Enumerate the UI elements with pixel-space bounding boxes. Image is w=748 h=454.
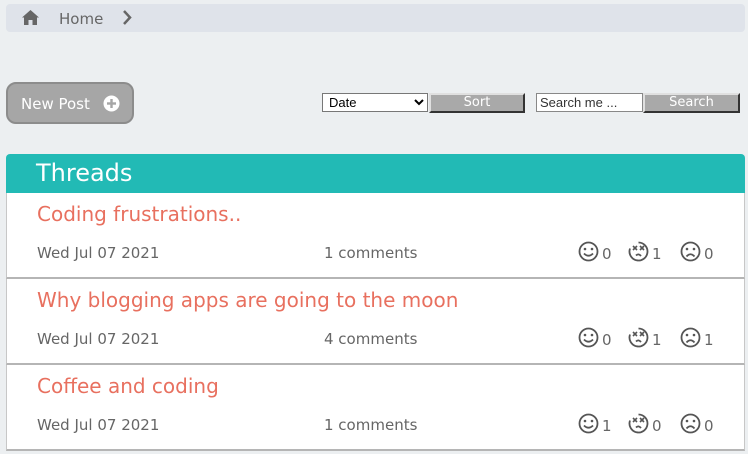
thread-comments-count: 1 comments (324, 416, 418, 434)
thread-date: Wed Jul 07 2021 (37, 330, 160, 348)
thread-row: Coffee and coding Wed Jul 07 2021 1 comm… (6, 365, 745, 451)
plus-circle-icon (103, 95, 120, 112)
sad-count: 1 (704, 331, 714, 349)
thread-title-link[interactable]: Coffee and coding (37, 374, 219, 398)
happy-count: 1 (602, 417, 612, 435)
breadcrumb: Home (6, 4, 745, 32)
thread-row: Coding frustrations.. Wed Jul 07 2021 1 … (6, 193, 745, 279)
smile-face-icon (578, 327, 599, 348)
smile-face-icon (578, 241, 599, 262)
frown-face-icon (680, 413, 701, 434)
sort-select[interactable]: Date (322, 93, 428, 112)
thread-row: Why blogging apps are going to the moon … (6, 279, 745, 365)
frown-face-icon (680, 241, 701, 262)
thread-date: Wed Jul 07 2021 (37, 416, 160, 434)
thread-list: Coding frustrations.. Wed Jul 07 2021 1 … (6, 193, 745, 451)
dizzy-face-icon (628, 241, 649, 262)
new-post-button[interactable]: New Post (6, 82, 134, 124)
sort-button[interactable]: Sort (429, 93, 525, 113)
thread-title-link[interactable]: Coding frustrations.. (37, 202, 241, 226)
search-input[interactable] (536, 93, 643, 112)
sad-count: 0 (704, 417, 714, 435)
frown-face-icon (680, 327, 701, 348)
thread-comments-count: 1 comments (324, 244, 418, 262)
threads-title: Threads (36, 159, 133, 187)
dizzy-count: 0 (652, 417, 662, 435)
thread-title-link[interactable]: Why blogging apps are going to the moon (37, 288, 458, 312)
dizzy-face-icon (628, 327, 649, 348)
search-button[interactable]: Search (643, 93, 740, 113)
dizzy-count: 1 (652, 331, 662, 349)
smile-face-icon (578, 413, 599, 434)
new-post-label: New Post (21, 95, 90, 113)
sad-count: 0 (704, 245, 714, 263)
dizzy-face-icon (628, 413, 649, 434)
happy-count: 0 (602, 331, 612, 349)
dizzy-count: 1 (652, 245, 662, 263)
chevron-right-icon (123, 10, 132, 25)
thread-comments-count: 4 comments (324, 330, 418, 348)
threads-header: Threads (6, 154, 745, 193)
thread-date: Wed Jul 07 2021 (37, 244, 160, 262)
happy-count: 0 (602, 245, 612, 263)
home-icon[interactable] (22, 10, 39, 25)
breadcrumb-home-link[interactable]: Home (59, 10, 103, 28)
